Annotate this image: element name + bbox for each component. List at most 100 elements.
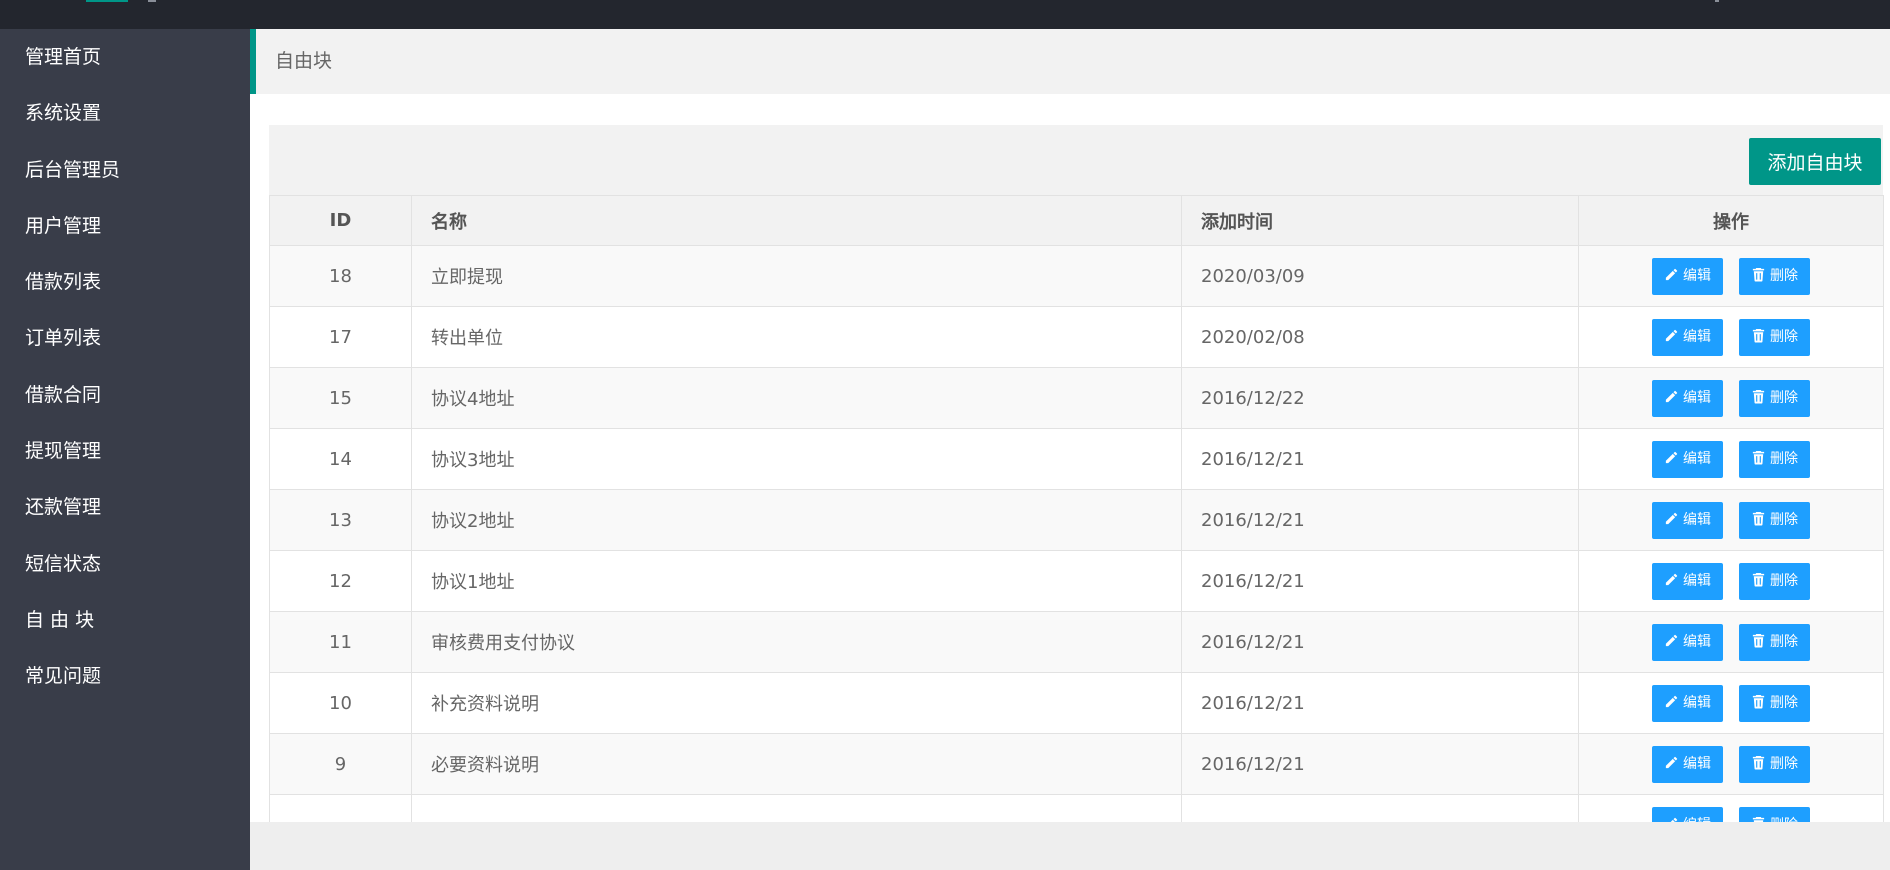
table-row: 编辑删除 (269, 794, 1884, 822)
table-body: 18 立即提现 2020/03/09 编辑 删除 17 转出单位 2020/02/08 编辑 删除… (269, 245, 1884, 822)
cell-name: 必要资料说明 (411, 733, 1182, 795)
sidebar-item-faq[interactable]: 常见问题 (0, 648, 250, 704)
delete-label: 删除 (1770, 328, 1798, 345)
edit-button[interactable]: 编辑 (1652, 562, 1723, 600)
cell-id (269, 794, 412, 822)
column-header-name: 名称 (411, 195, 1182, 246)
cell-name: 转出单位 (411, 306, 1182, 368)
cell-id: 18 (269, 245, 412, 307)
pencil-icon (1664, 756, 1683, 772)
delete-button[interactable]: 删除 (1739, 745, 1810, 783)
trash-icon (1751, 633, 1770, 650)
pencil-icon (1664, 329, 1683, 345)
sidebar: 管理首页 系统设置 后台管理员 用户管理 借款列表 订单列表 借款合同 提现管理… (0, 29, 250, 870)
cell-name: 审核费用支付协议 (411, 611, 1182, 673)
edit-button[interactable]: 编辑 (1652, 379, 1723, 417)
cell-id: 12 (269, 550, 412, 612)
page-title: 自由块 (275, 50, 333, 72)
cell-name: 协议1地址 (411, 550, 1182, 612)
table-row: 11 审核费用支付协议 2016/12/21 编辑 删除 (269, 611, 1884, 673)
edit-button[interactable]: 编辑 (1652, 806, 1723, 822)
cell-time: 2016/12/21 (1181, 733, 1579, 795)
sidebar-item-sms-status[interactable]: 短信状态 (0, 536, 250, 592)
delete-button[interactable]: 删除 (1739, 257, 1810, 295)
sidebar-item-repayments[interactable]: 还款管理 (0, 479, 250, 535)
cell-time: 2016/12/21 (1181, 611, 1579, 673)
table-row: 15 协议4地址 2016/12/22 编辑 删除 (269, 367, 1884, 429)
delete-button[interactable]: 删除 (1739, 806, 1810, 822)
delete-label: 删除 (1770, 511, 1798, 528)
pencil-icon (1664, 512, 1683, 528)
edit-button[interactable]: 编辑 (1652, 684, 1723, 722)
sidebar-item-loans[interactable]: 借款列表 (0, 254, 250, 310)
edit-button[interactable]: 编辑 (1652, 501, 1723, 539)
sidebar-item-system-settings[interactable]: 系统设置 (0, 85, 250, 141)
edit-button[interactable]: 编辑 (1652, 440, 1723, 478)
trash-icon (1751, 389, 1770, 406)
edit-label: 编辑 (1683, 389, 1711, 406)
cell-actions: 编辑 删除 (1578, 306, 1884, 368)
table-row: 14 协议3地址 2016/12/21 编辑 删除 (269, 428, 1884, 490)
cell-name: 协议4地址 (411, 367, 1182, 429)
cell-time: 2020/03/09 (1181, 245, 1579, 307)
sidebar-item-admins[interactable]: 后台管理员 (0, 142, 250, 198)
sidebar-item-orders[interactable]: 订单列表 (0, 310, 250, 366)
edit-button[interactable]: 编辑 (1652, 257, 1723, 295)
pencil-icon (1664, 390, 1683, 406)
cell-time: 2016/12/21 (1181, 672, 1579, 734)
sidebar-item-contracts[interactable]: 借款合同 (0, 367, 250, 423)
edit-label: 编辑 (1683, 267, 1711, 284)
column-header-time: 添加时间 (1181, 195, 1579, 246)
table-row: 18 立即提现 2020/03/09 编辑 删除 (269, 245, 1884, 307)
table-row: 17 转出单位 2020/02/08 编辑 删除 (269, 306, 1884, 368)
delete-label: 删除 (1770, 633, 1798, 650)
trash-icon (1751, 572, 1770, 589)
delete-button[interactable]: 删除 (1739, 318, 1810, 356)
edit-label: 编辑 (1683, 328, 1711, 345)
trash-icon (1751, 267, 1770, 284)
table-header-row: ID 名称 添加时间 操作 (269, 195, 1884, 246)
cell-id: 15 (269, 367, 412, 429)
edit-label: 编辑 (1683, 511, 1711, 528)
delete-label: 删除 (1770, 267, 1798, 284)
delete-button[interactable]: 删除 (1739, 379, 1810, 417)
logo-accent-bar (86, 0, 128, 2)
delete-button[interactable]: 删除 (1739, 562, 1810, 600)
cell-actions: 编辑 删除 (1578, 611, 1884, 673)
edit-button[interactable]: 编辑 (1652, 318, 1723, 356)
sidebar-item-withdrawals[interactable]: 提现管理 (0, 423, 250, 479)
delete-button[interactable]: 删除 (1739, 501, 1810, 539)
sidebar-item-dashboard[interactable]: 管理首页 (0, 29, 250, 85)
user-menu-fragment[interactable] (1715, 0, 1719, 2)
cell-name: 补充资料说明 (411, 672, 1182, 734)
content-panel: 添加自由块 ID 名称 添加时间 操作 18 立即提现 2020/03/09 编辑 删除… (269, 125, 1884, 822)
pencil-icon (1664, 634, 1683, 650)
add-free-block-button[interactable]: 添加自由块 (1749, 138, 1881, 185)
delete-button[interactable]: 删除 (1739, 440, 1810, 478)
delete-label: 删除 (1770, 572, 1798, 589)
trash-icon (1751, 755, 1770, 772)
cell-time: 2016/12/22 (1181, 367, 1579, 429)
footer-strip (250, 822, 1890, 870)
column-header-action: 操作 (1578, 195, 1884, 246)
edit-button[interactable]: 编辑 (1652, 745, 1723, 783)
delete-button[interactable]: 删除 (1739, 684, 1810, 722)
sidebar-item-users[interactable]: 用户管理 (0, 198, 250, 254)
delete-label: 删除 (1770, 450, 1798, 467)
free-block-table: ID 名称 添加时间 操作 18 立即提现 2020/03/09 编辑 删除 17 转出单位… (269, 195, 1884, 822)
pencil-icon (1664, 573, 1683, 589)
cell-name: 协议3地址 (411, 428, 1182, 490)
cell-name: 协议2地址 (411, 489, 1182, 551)
sidebar-item-free-blocks[interactable]: 自 由 块 (0, 592, 250, 648)
delete-button[interactable]: 删除 (1739, 623, 1810, 661)
cell-actions: 编辑删除 (1578, 733, 1884, 795)
edit-label: 编辑 (1683, 450, 1711, 467)
cell-actions: 编辑删除 (1578, 794, 1884, 822)
edit-button[interactable]: 编辑 (1652, 623, 1723, 661)
top-header (0, 0, 1890, 29)
cell-id: 9 (269, 733, 412, 795)
cell-actions: 编辑 删除 (1578, 428, 1884, 490)
column-header-id: ID (269, 195, 412, 246)
trash-icon (1751, 511, 1770, 528)
logo-separator (148, 0, 156, 2)
